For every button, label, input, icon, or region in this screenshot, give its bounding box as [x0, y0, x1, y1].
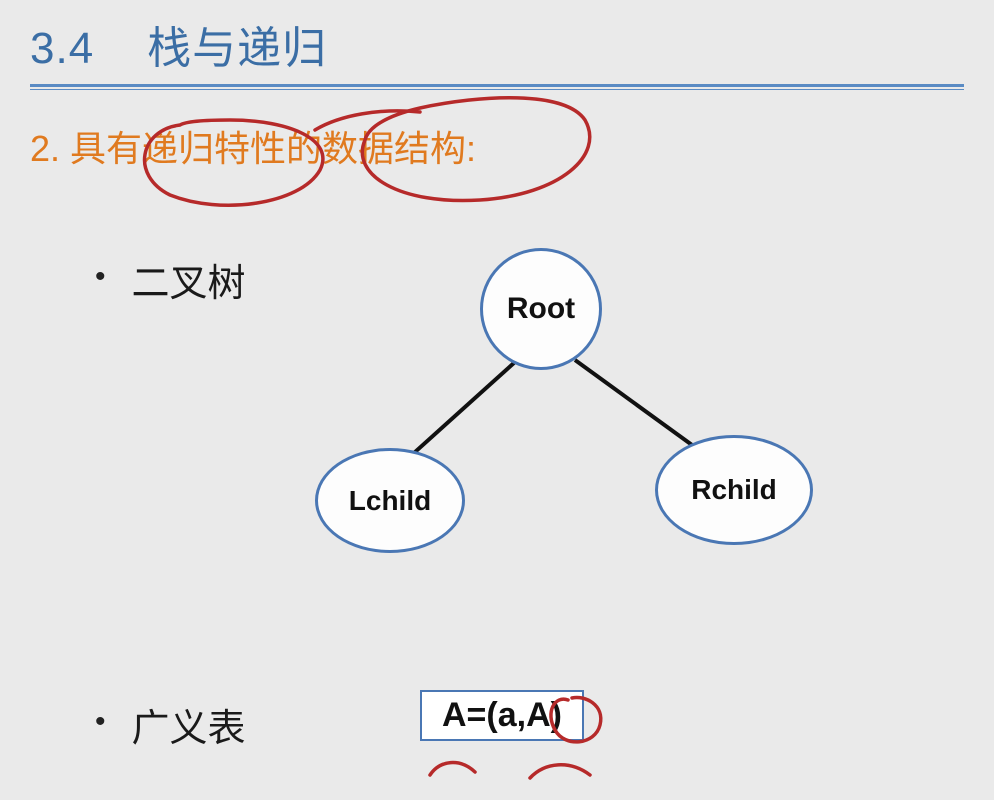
annotation-mark-below-right: [530, 765, 590, 778]
annotation-mark-below-left: [430, 763, 475, 775]
heading-underline: [30, 84, 964, 90]
bullet-label: 二叉树: [132, 252, 246, 307]
section-title: 栈与递归: [147, 24, 327, 73]
generalized-list-formula-box: A=(a,A): [420, 690, 584, 741]
bullet-label: 广义表: [132, 697, 246, 752]
sub-heading: 2. 具有递归特性的数据结构:: [0, 102, 994, 172]
bullet-icon: •: [95, 705, 106, 739]
tree-edge-right: [574, 358, 706, 455]
bullet-icon: •: [95, 260, 106, 294]
tree-node-rchild: Rchild: [655, 435, 813, 545]
binary-tree-diagram: Root Lchild Rchild: [260, 230, 860, 570]
tree-node-lchild: Lchild: [315, 448, 465, 553]
section-heading: 3.4 栈与递归: [0, 0, 994, 84]
tree-node-root: Root: [480, 248, 602, 370]
section-number: 3.4: [30, 24, 94, 73]
